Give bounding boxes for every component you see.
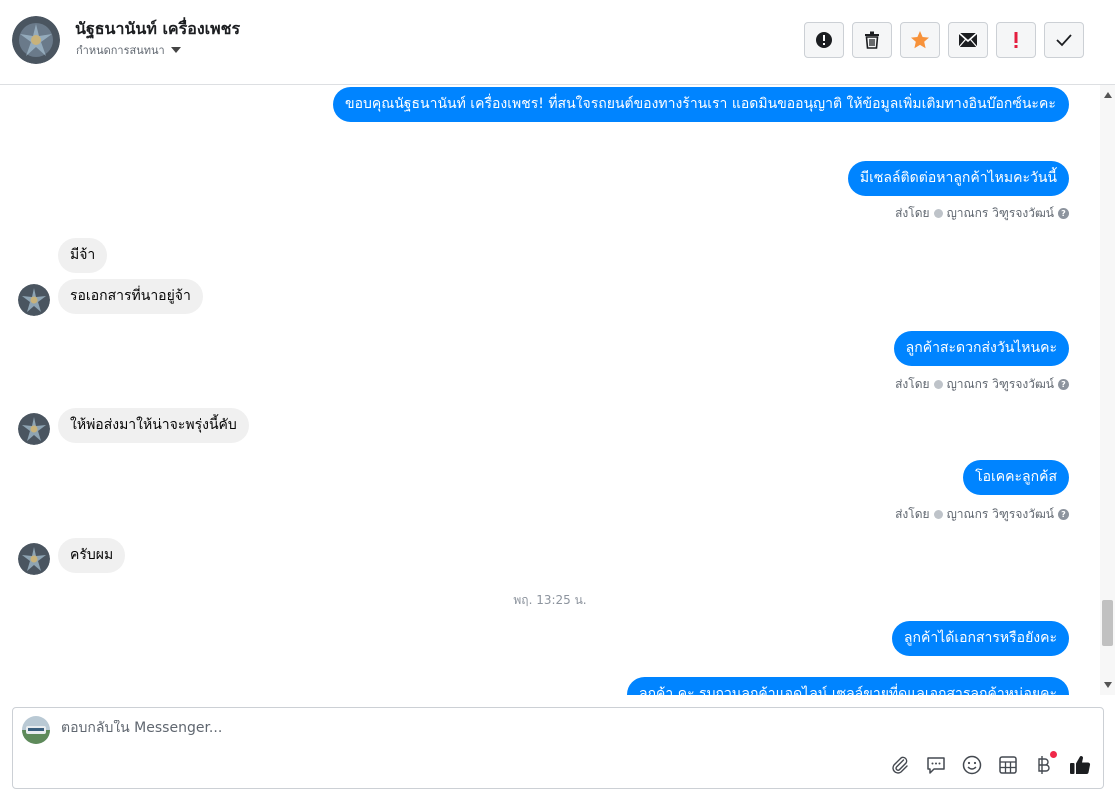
verified-dot-icon [933, 380, 943, 389]
caret-down-icon [170, 47, 181, 53]
sent-by-label: ส่งโดย [895, 377, 930, 391]
header-actions [804, 22, 1084, 58]
message-text: ขอบคุณนัฐธนานันท์ เครื่องเพชร! ที่สนใจรถ… [345, 96, 1056, 112]
message-text: มีเซลล์ติดต่อหาลูกค้าไหมคะวันนี้ [859, 170, 1057, 186]
table-icon [999, 756, 1017, 774]
help-icon[interactable]: ? [1058, 379, 1069, 390]
verified-dot-icon [933, 209, 943, 218]
composer-toolbar [889, 751, 1091, 776]
verified-dot-icon [933, 510, 943, 519]
contact-name: นัฐธนานันท์ เครื่องเพชร [75, 19, 241, 38]
chat-bubble-icon [927, 757, 945, 774]
outgoing-message[interactable]: โอเคคะลูกค้ส [963, 460, 1069, 495]
like-button[interactable] [1069, 754, 1091, 776]
message-text: โอเคคะลูกค้ส [975, 469, 1057, 485]
message-text: มีจ้า [70, 247, 96, 263]
attach-button[interactable] [889, 754, 911, 776]
payment-button[interactable] [1033, 751, 1057, 776]
check-icon [1056, 34, 1072, 47]
incoming-message[interactable]: ให้พ่อส่งมาให้น่าจะพรุ่งนี้คับ [58, 408, 249, 443]
scroll-up-arrow-icon[interactable] [1104, 92, 1112, 98]
outgoing-message[interactable]: มีเซลล์ติดต่อหาลูกค้าไหมคะวันนี้ [847, 161, 1069, 196]
message-timestamp: พฤ. 13:25 น. [513, 593, 587, 607]
page-avatar [22, 716, 50, 744]
paperclip-icon [892, 756, 908, 774]
envelope-icon [958, 32, 978, 48]
incoming-message[interactable]: รอเอกสารที่นาอยู่จ้า [58, 279, 203, 314]
agent-name: ญาณกร วิฑูรจงวัฒน์ [946, 507, 1054, 521]
contact-avatar-small [18, 413, 50, 445]
sent-by-info: ส่งโดย ญาณกร วิฑูรจงวัฒน์ ? [895, 204, 1069, 223]
outgoing-message[interactable]: ขอบคุณนัฐธนานันท์ เครื่องเพชร! ที่สนใจรถ… [333, 87, 1069, 122]
mark-spam-button[interactable] [804, 22, 844, 58]
outgoing-message[interactable]: ลูกค้า คะ รบกวนลูกค้าแอดไลน์ เซลล์ขายที่… [626, 677, 1069, 695]
star-button[interactable] [900, 22, 940, 58]
notification-dot [1050, 751, 1057, 758]
mark-unread-button[interactable] [948, 22, 988, 58]
scroll-down-arrow-icon[interactable] [1104, 682, 1112, 688]
message-text: ลูกค้าสะดวกส่งวันไหนคะ [905, 340, 1057, 356]
sent-by-info: ส่งโดย ญาณกร วิฑูรจงวัฒน์ ? [895, 375, 1069, 394]
message-text: ลูกค้าได้เอกสารหรือยังคะ [903, 630, 1057, 646]
message-text: รอเอกสารที่นาอยู่จ้า [70, 288, 191, 304]
outgoing-message[interactable]: ลูกค้าได้เอกสารหรือยังคะ [891, 621, 1069, 656]
reply-input[interactable] [61, 720, 761, 736]
saved-replies-button[interactable] [925, 754, 947, 776]
help-icon[interactable]: ? [1058, 208, 1069, 219]
message-text: ครับผม [70, 547, 114, 563]
emoji-button[interactable] [961, 754, 983, 776]
scroll-thumb[interactable] [1102, 600, 1113, 646]
baht-icon [1038, 756, 1050, 774]
agent-name: ญาณกร วิฑูรจงวัฒน์ [946, 206, 1054, 220]
contact-avatar-small [18, 284, 50, 316]
trash-icon [865, 31, 879, 49]
agent-name: ญาณกร วิฑูรจงวัฒน์ [946, 377, 1054, 391]
sent-by-info: ส่งโดย ญาณกร วิฑูรจงวัฒน์ ? [895, 505, 1069, 524]
reply-composer [12, 707, 1104, 789]
incoming-message[interactable]: ครับผม [58, 538, 126, 573]
contact-avatar-small [18, 543, 50, 575]
message-text: ให้พ่อส่งมาให้น่าจะพรุ่งนี้คับ [70, 417, 237, 433]
message-text: ลูกค้า คะ รบกวนลูกค้าแอดไลน์ เซลล์ขายที่… [638, 686, 1057, 695]
alert-circle-icon [816, 32, 832, 48]
mark-done-button[interactable] [1044, 22, 1084, 58]
help-icon[interactable]: ? [1058, 509, 1069, 520]
delete-button[interactable] [852, 22, 892, 58]
follow-up-button[interactable] [996, 22, 1036, 58]
contact-avatar[interactable] [12, 16, 60, 64]
sent-by-label: ส่งโดย [895, 507, 930, 521]
thumbs-up-icon [1070, 756, 1091, 775]
thread-scrollbar[interactable] [1100, 85, 1115, 695]
exclamation-icon [1014, 32, 1018, 48]
label-dropdown[interactable]: กำหนดการสนทนา [76, 41, 181, 59]
star-icon [911, 31, 929, 49]
sent-by-label: ส่งโดย [895, 206, 930, 220]
conversation-header: นัฐธนานันท์ เครื่องเพชร กำหนดการสนทนา [0, 0, 1115, 85]
catalog-button[interactable] [997, 754, 1019, 776]
outgoing-message[interactable]: ลูกค้าสะดวกส่งวันไหนคะ [893, 331, 1069, 366]
label-dropdown-text: กำหนดการสนทนา [76, 44, 165, 57]
incoming-message[interactable]: มีจ้า [58, 238, 108, 273]
message-thread: ขอบคุณนัฐธนานันท์ เครื่องเพชร! ที่สนใจรถ… [0, 85, 1100, 695]
smiley-icon [962, 755, 982, 775]
